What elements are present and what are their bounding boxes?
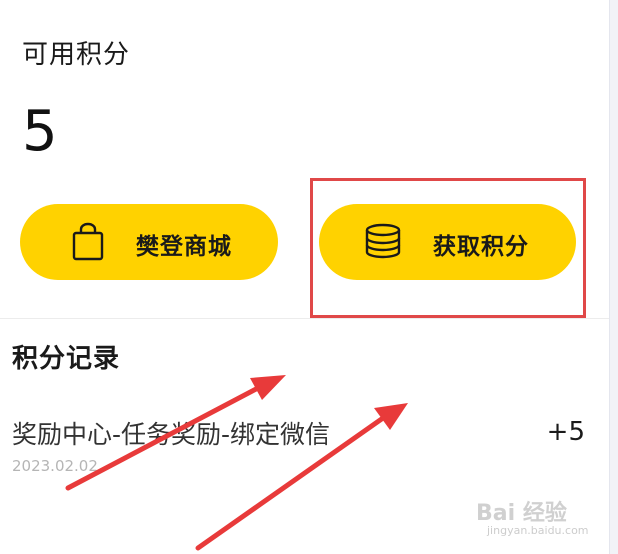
- baidu-watermark-url: jingyan.baidu.com: [487, 524, 589, 537]
- list-item: 奖励中心-任务奖励-绑定微信 2023.02.02 +5: [0, 405, 609, 485]
- scrollbar-strip: [609, 0, 618, 554]
- record-description: 奖励中心-任务奖励-绑定微信: [12, 420, 331, 449]
- shopping-bag-icon: [72, 222, 104, 261]
- points-record-title: 积分记录: [12, 344, 121, 374]
- record-date: 2023.02.02: [12, 457, 98, 475]
- mall-button-label: 樊登商城: [136, 234, 232, 260]
- points-page: 可用积分 5 樊登商城 获取积分 积分记录 奖励中心-任务奖励-绑定微信 202…: [0, 0, 618, 554]
- baidu-watermark: Bai 经验: [476, 501, 567, 526]
- record-amount: +5: [546, 417, 585, 447]
- highlight-annotation-box: [310, 178, 586, 318]
- section-divider: [0, 318, 609, 319]
- mall-button[interactable]: 樊登商城: [20, 204, 278, 280]
- available-points-value: 5: [22, 99, 58, 164]
- available-points-label: 可用积分: [22, 40, 131, 70]
